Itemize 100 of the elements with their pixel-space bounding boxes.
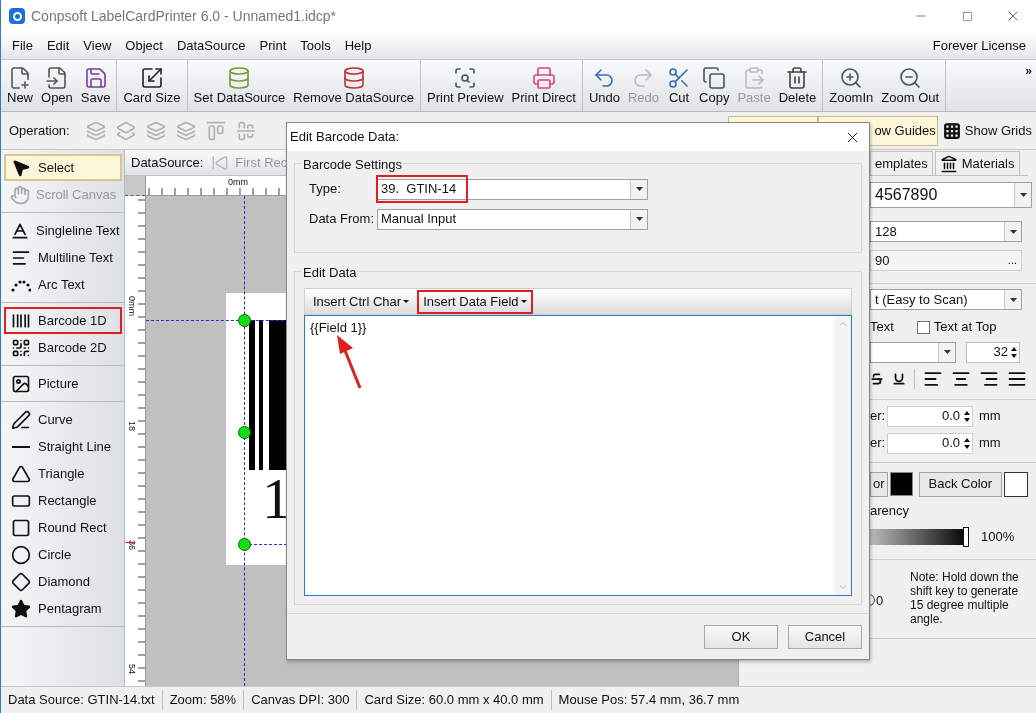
menu-item[interactable]: Edit bbox=[39, 35, 77, 56]
menu-item[interactable]: DataSource bbox=[169, 35, 253, 56]
toolbar-button[interactable]: New bbox=[3, 60, 37, 111]
barcode-settings-combo[interactable]: Manual Input bbox=[377, 208, 648, 230]
picture-icon bbox=[10, 373, 32, 394]
tool-item[interactable]: Pentagram bbox=[4, 595, 122, 622]
panel-tab[interactable]: emplates bbox=[870, 151, 933, 175]
menu-item[interactable]: Print bbox=[252, 35, 294, 56]
database-icon bbox=[227, 65, 252, 90]
text-at-top-checkbox[interactable] bbox=[916, 320, 930, 334]
pen-icon bbox=[10, 409, 32, 430]
toolbar-button[interactable]: Print Preview bbox=[423, 60, 508, 111]
overflow-chevron[interactable]: » bbox=[1025, 62, 1032, 80]
toolbar-button[interactable]: Open bbox=[37, 60, 77, 111]
tool-item[interactable]: Barcode 2D bbox=[4, 334, 122, 361]
tool-item[interactable]: Singleline Text bbox=[4, 217, 122, 244]
slider-thumb[interactable] bbox=[963, 526, 969, 547]
annotation-arrow bbox=[335, 334, 363, 390]
tool-item[interactable]: Straight Line bbox=[4, 433, 122, 460]
tool-item[interactable]: Rectangle bbox=[4, 487, 122, 514]
text-align-icon[interactable] bbox=[951, 369, 971, 389]
show-text-label: Text bbox=[870, 318, 894, 337]
fore-color-button[interactable]: or bbox=[870, 471, 888, 497]
toolbar-button[interactable]: Copy bbox=[695, 60, 734, 111]
rounded-rectangle-icon bbox=[10, 517, 32, 538]
tool-item[interactable]: Round Rect bbox=[4, 514, 122, 541]
tool-item[interactable]: Picture bbox=[4, 370, 122, 397]
menu-item[interactable]: File bbox=[5, 35, 40, 56]
insert-menu-button[interactable]: Insert Data Field bbox=[417, 289, 533, 314]
tool-item[interactable]: Curve bbox=[4, 406, 122, 433]
database-icon bbox=[341, 65, 366, 90]
status-field: Canvas DPI: 300 bbox=[244, 690, 358, 710]
star-icon bbox=[10, 598, 32, 619]
offset-spinbox[interactable]: 0.0 bbox=[887, 405, 973, 427]
text-style-combo[interactable]: t (Easy to Scan) bbox=[870, 289, 1022, 310]
open-file-icon bbox=[44, 65, 69, 90]
tool-item[interactable]: Triangle bbox=[4, 460, 122, 487]
insert-menu-button[interactable]: Insert Ctrl Char bbox=[307, 289, 416, 314]
toolbar-button[interactable]: Card Size bbox=[119, 60, 185, 111]
tool-item[interactable]: Circle bbox=[4, 541, 122, 568]
data-text: {{Field 1}} bbox=[310, 319, 367, 337]
datasource-label: DataSource: bbox=[131, 153, 204, 172]
font-size-spinbox[interactable]: 32 bbox=[966, 341, 1020, 363]
menu-item[interactable]: Help bbox=[337, 35, 379, 56]
menu-item[interactable]: View bbox=[76, 35, 119, 56]
transparency-label: arency bbox=[870, 502, 911, 520]
status-field: Mouse Pos: 57.4 mm, 36.7 mm bbox=[551, 690, 747, 710]
tool-item[interactable]: Diamond bbox=[4, 568, 122, 595]
tool-item[interactable]: Barcode 1D bbox=[4, 307, 122, 334]
barcode-settings-combo[interactable]: 39. GTIN-14 bbox=[377, 178, 648, 200]
menu-item[interactable]: Object bbox=[118, 35, 170, 56]
copy-icon bbox=[702, 65, 727, 90]
toolbar-button[interactable]: Remove DataSource bbox=[289, 60, 418, 111]
strikethrough-icon[interactable] bbox=[870, 372, 884, 386]
unit-label: mm bbox=[979, 434, 1001, 453]
ruler-label: 0mm bbox=[228, 176, 248, 189]
window-title: Conpsoft LabelCardPrinter 6.0 - Unnamed1.idcp* bbox=[31, 6, 337, 26]
font-combo[interactable] bbox=[870, 341, 956, 363]
text-align-icon[interactable] bbox=[979, 369, 999, 389]
dialog-button[interactable]: OK bbox=[704, 624, 778, 649]
spinner-arrows-icon[interactable] bbox=[964, 437, 970, 449]
circle-icon bbox=[10, 544, 32, 565]
toolbar-button[interactable]: Print Direct bbox=[507, 60, 580, 111]
offset-label: er: bbox=[870, 434, 887, 453]
panel-tab[interactable]: Materials bbox=[934, 151, 1020, 175]
caret-icon bbox=[520, 300, 527, 303]
view-toggle-button[interactable]: Show Grids bbox=[937, 115, 1034, 146]
toolbar-button[interactable]: Cut bbox=[663, 60, 696, 111]
toolbar-button[interactable]: Zoom Out bbox=[877, 60, 944, 111]
combo-value: Manual Input bbox=[380, 210, 458, 229]
offset-spinbox[interactable]: 0.0 bbox=[887, 432, 973, 454]
tool-item[interactable]: Select bbox=[4, 154, 122, 181]
status-field: Zoom: 58% bbox=[162, 690, 245, 710]
spinner-arrows-icon[interactable] bbox=[964, 410, 970, 422]
data-field[interactable]: 90 ... bbox=[870, 250, 1022, 271]
toolbar-button[interactable]: Save bbox=[76, 60, 115, 111]
toolbar-button[interactable]: ZoomIn bbox=[825, 60, 878, 111]
tool-item[interactable]: Arc Text bbox=[4, 271, 122, 298]
grid-icon bbox=[942, 121, 961, 140]
barcode-value-combo[interactable]: 4567890 bbox=[870, 182, 1032, 208]
operation-label: Operation: bbox=[9, 121, 70, 140]
menu-item[interactable]: Tools bbox=[293, 35, 338, 56]
text-align-icon[interactable] bbox=[923, 369, 943, 389]
paste-icon bbox=[742, 65, 766, 90]
transparency-slider[interactable] bbox=[870, 528, 969, 545]
color-swatch[interactable] bbox=[889, 472, 913, 496]
toolbar-button[interactable]: Delete bbox=[774, 60, 821, 111]
tool-item[interactable]: Multiline Text bbox=[4, 244, 122, 271]
toolbar-button[interactable]: Set DataSource bbox=[189, 60, 290, 111]
underline-icon[interactable] bbox=[892, 372, 906, 386]
barcode-type-combo[interactable]: 128 bbox=[870, 221, 1022, 242]
new-file-icon bbox=[8, 65, 32, 90]
dialog-button[interactable]: Cancel bbox=[788, 624, 862, 649]
back-color-button[interactable]: Back Color bbox=[918, 471, 1003, 497]
save-icon bbox=[83, 65, 108, 90]
spinner-arrows-icon[interactable] bbox=[1011, 346, 1017, 358]
color-swatch[interactable] bbox=[1004, 471, 1028, 497]
text-align-icon[interactable] bbox=[1007, 369, 1027, 389]
toolbar-button[interactable]: Undo bbox=[584, 60, 624, 111]
data-text-area[interactable]: {{Field 1}} bbox=[304, 315, 852, 596]
